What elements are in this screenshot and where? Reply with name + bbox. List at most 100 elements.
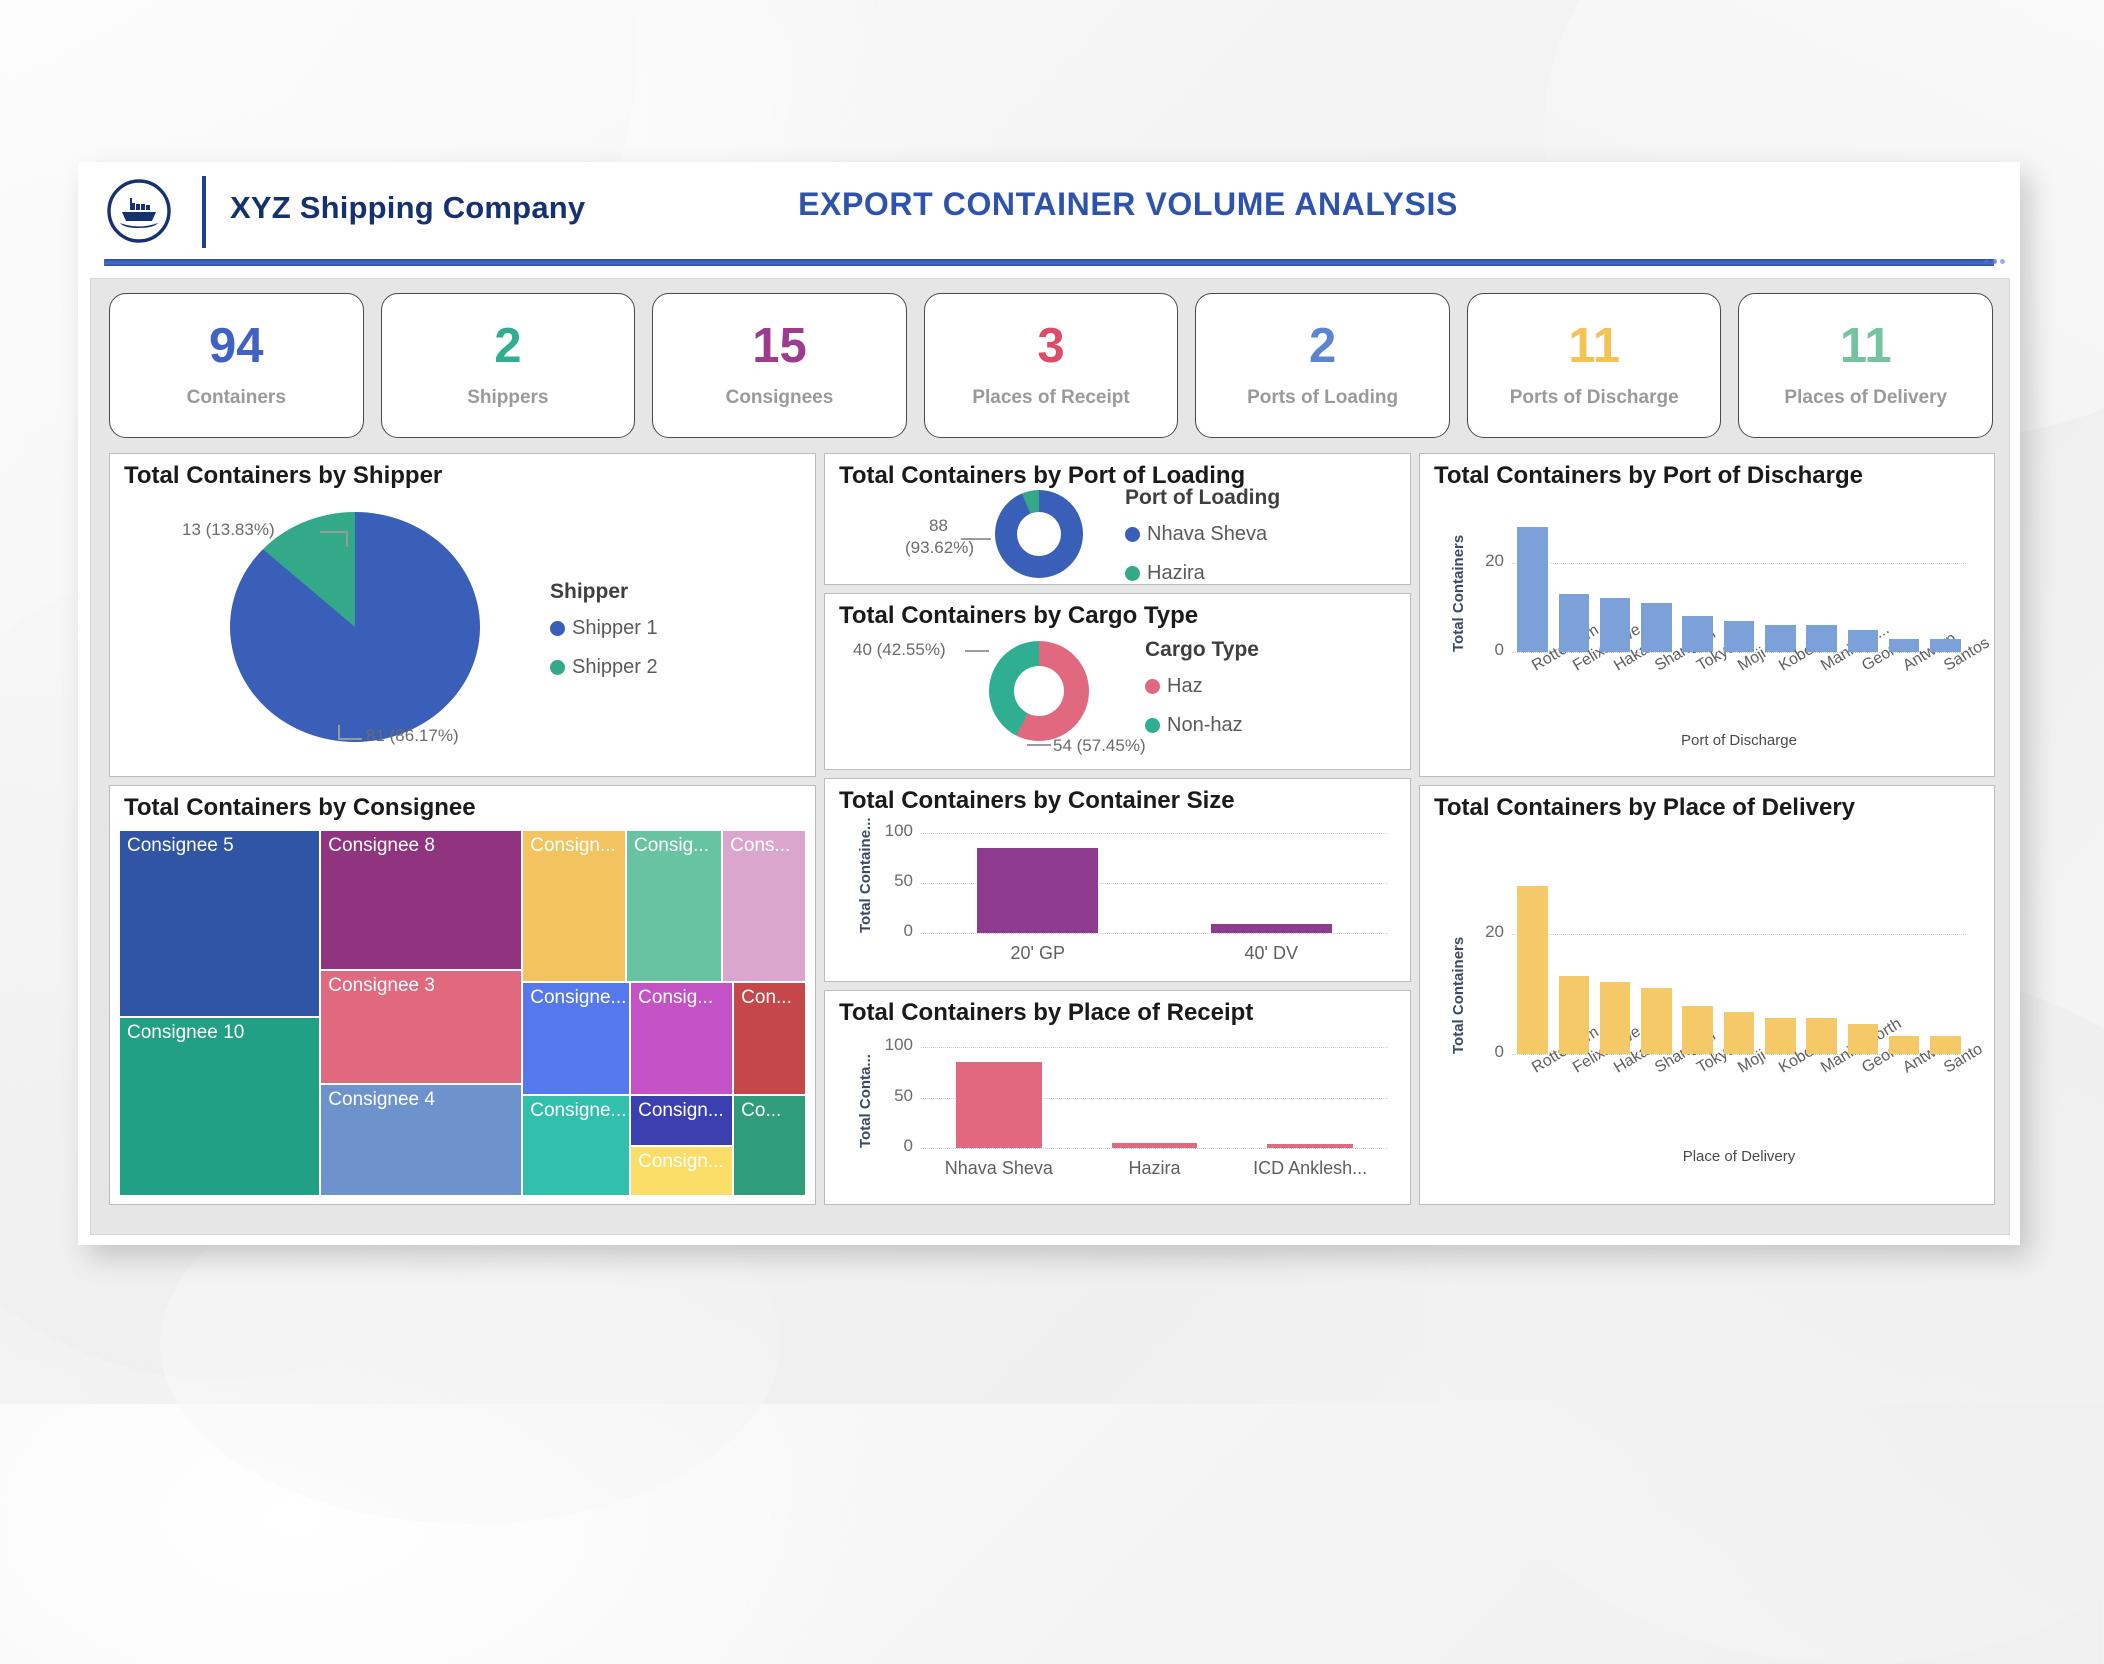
panel-total-containers-by-place-of-delivery[interactable]: Total Containers by Place of Delivery To… [1419, 785, 1995, 1205]
treemap-tile[interactable]: Consignee 4 [320, 1084, 522, 1196]
port-of-discharge-bar-chart[interactable]: Total Containers020RotterdamFelixstoweHa… [1420, 494, 1994, 776]
x-axis-label: Manila North [1818, 1062, 1827, 1077]
kpi-card-ports-of-discharge[interactable]: 11Ports of Discharge [1467, 293, 1722, 438]
consignee-treemap[interactable]: Consignee 5Consignee 10Consignee 8 Consig… [119, 830, 806, 1196]
treemap-tile[interactable]: Consignee 8 [320, 830, 522, 970]
x-axis-label: Santo [1941, 1062, 1950, 1077]
treemap-tile[interactable]: Consignee 3 [320, 970, 522, 1083]
treemap-tile[interactable]: Consign... [630, 1095, 733, 1146]
panel-total-containers-by-port-of-discharge[interactable]: Total Containers by Port of Discharge To… [1419, 453, 1995, 777]
treemap-tile-label: Consigne... [530, 987, 626, 1009]
place-of-receipt-bar-chart[interactable]: Total Conta...050100Nhava ShevaHaziraICD… [825, 1031, 1410, 1204]
bar[interactable] [1765, 625, 1796, 652]
panel-total-containers-by-shipper[interactable]: Total Containers by Shipper 13 (13.83%) … [109, 453, 816, 777]
treemap-tile-label: Con... [741, 987, 802, 1009]
bar[interactable] [1267, 1144, 1353, 1148]
panel-total-containers-by-cargo-type[interactable]: Total Containers by Cargo Type 40 (42.55… [824, 593, 1411, 770]
leader-line [961, 538, 991, 540]
bar[interactable] [1641, 988, 1672, 1054]
bar[interactable] [1765, 1018, 1796, 1054]
legend-color-dot [1125, 527, 1140, 542]
treemap-tile-label: Consignee 3 [328, 975, 518, 997]
y-axis-tick: 50 [867, 871, 913, 891]
bar[interactable] [1682, 616, 1713, 652]
bar[interactable] [1641, 603, 1672, 652]
gridline [1512, 934, 1966, 936]
treemap-tile[interactable]: Con... [733, 982, 806, 1095]
bar[interactable] [977, 848, 1098, 933]
port-of-loading-donut[interactable] [995, 490, 1083, 578]
kpi-card-ports-of-loading[interactable]: 2Ports of Loading [1195, 293, 1450, 438]
bar[interactable] [1806, 625, 1837, 652]
bar[interactable] [1682, 1006, 1713, 1054]
legend-item[interactable]: Shipper 1 [550, 617, 658, 640]
y-axis-tick: 20 [1458, 551, 1504, 571]
treemap-tile[interactable]: Cons... [722, 830, 806, 982]
treemap-tile[interactable]: Consignee 5 [119, 830, 320, 1017]
bar[interactable] [1930, 1036, 1961, 1054]
kpi-row: 94Containers2Shippers15Consignees3Places… [109, 293, 1993, 438]
bar[interactable] [1724, 1012, 1755, 1054]
bar[interactable] [1211, 924, 1332, 933]
shipper-pie-chart[interactable] [230, 512, 480, 742]
bar[interactable] [1889, 1036, 1920, 1054]
x-axis-label: Felixstowe [1570, 1062, 1579, 1077]
treemap-tile[interactable]: Consigne... [522, 1095, 630, 1196]
legend-label: Non-haz [1167, 714, 1243, 737]
pie-data-label-shipper1: 81 (86.17%) [366, 726, 459, 746]
treemap-tile[interactable]: Consign... [522, 830, 626, 982]
legend-item[interactable]: Shipper 2 [550, 656, 658, 679]
y-axis-tick: 50 [867, 1086, 913, 1106]
panel-total-containers-by-port-of-loading[interactable]: Total Containers by Port of Loading 88 (… [824, 453, 1411, 585]
legend-color-dot [550, 660, 565, 675]
kpi-card-consignees[interactable]: 15Consignees [652, 293, 907, 438]
x-axis-label: Tokyo [1694, 660, 1703, 675]
panel-total-containers-by-consignee[interactable]: Total Containers by Consignee Consignee … [109, 785, 816, 1205]
bar[interactable] [1600, 598, 1631, 652]
panel-total-containers-by-container-size[interactable]: Total Containers by Container Size Total… [824, 778, 1411, 982]
place-of-delivery-bar-chart[interactable]: Total Containers020RotterdamFelixstoweHa… [1420, 828, 1994, 1204]
bar[interactable] [956, 1062, 1042, 1148]
legend-item[interactable]: Nhava Sheva [1125, 523, 1280, 546]
legend-label: Hazira [1147, 562, 1205, 585]
treemap-tile[interactable]: Consig... [626, 830, 722, 982]
kpi-card-places-of-delivery[interactable]: 11Places of Delivery [1738, 293, 1993, 438]
legend-item[interactable]: Hazira [1125, 562, 1280, 585]
bar[interactable] [1559, 594, 1590, 652]
bar[interactable] [1517, 527, 1548, 652]
bar[interactable] [1559, 976, 1590, 1054]
panel-title: Total Containers by Place of Receipt [839, 999, 1253, 1027]
leader-line [965, 650, 989, 652]
report-canvas: 94Containers2Shippers15Consignees3Places… [90, 278, 2010, 1235]
bar[interactable] [1848, 1024, 1879, 1054]
legend-color-dot [1145, 679, 1160, 694]
legend-item[interactable]: Non-haz [1145, 714, 1259, 737]
cargo-type-donut[interactable] [989, 641, 1089, 741]
treemap-tile[interactable]: Consig... [630, 982, 733, 1095]
kpi-card-shippers[interactable]: 2Shippers [381, 293, 636, 438]
treemap-tile[interactable]: Co... [733, 1095, 806, 1196]
bar[interactable] [1806, 1018, 1837, 1054]
bar[interactable] [1724, 621, 1755, 652]
pol-data-label-percent: (93.62%) [905, 538, 974, 558]
container-size-bar-chart[interactable]: Total Containe...05010020' GP40' DV [825, 817, 1410, 981]
treemap-tile[interactable]: Consigne... [522, 982, 630, 1095]
kpi-card-places-of-receipt[interactable]: 3Places of Receipt [924, 293, 1179, 438]
company-name: XYZ Shipping Company [230, 190, 585, 226]
treemap-tile-label: Consign... [638, 1151, 729, 1173]
bar[interactable] [1112, 1143, 1198, 1148]
kpi-label: Ports of Loading [1247, 387, 1398, 409]
bar[interactable] [1848, 630, 1879, 652]
legend-cargo-type: Cargo TypeHazNon-haz [1145, 638, 1259, 753]
bar[interactable] [1600, 982, 1631, 1054]
bar[interactable] [1517, 886, 1548, 1054]
legend-label: Haz [1167, 675, 1203, 698]
legend-item[interactable]: Haz [1145, 675, 1259, 698]
panel-total-containers-by-place-of-receipt[interactable]: Total Containers by Place of Receipt Tot… [824, 990, 1411, 1205]
kpi-card-containers[interactable]: 94Containers [109, 293, 364, 438]
treemap-tile-label: Consign... [530, 835, 622, 857]
treemap-tile[interactable]: Consign... [630, 1146, 733, 1196]
treemap-tile[interactable]: Consignee 10 [119, 1017, 320, 1196]
gridline [1512, 563, 1966, 565]
pie-slices [230, 512, 480, 742]
